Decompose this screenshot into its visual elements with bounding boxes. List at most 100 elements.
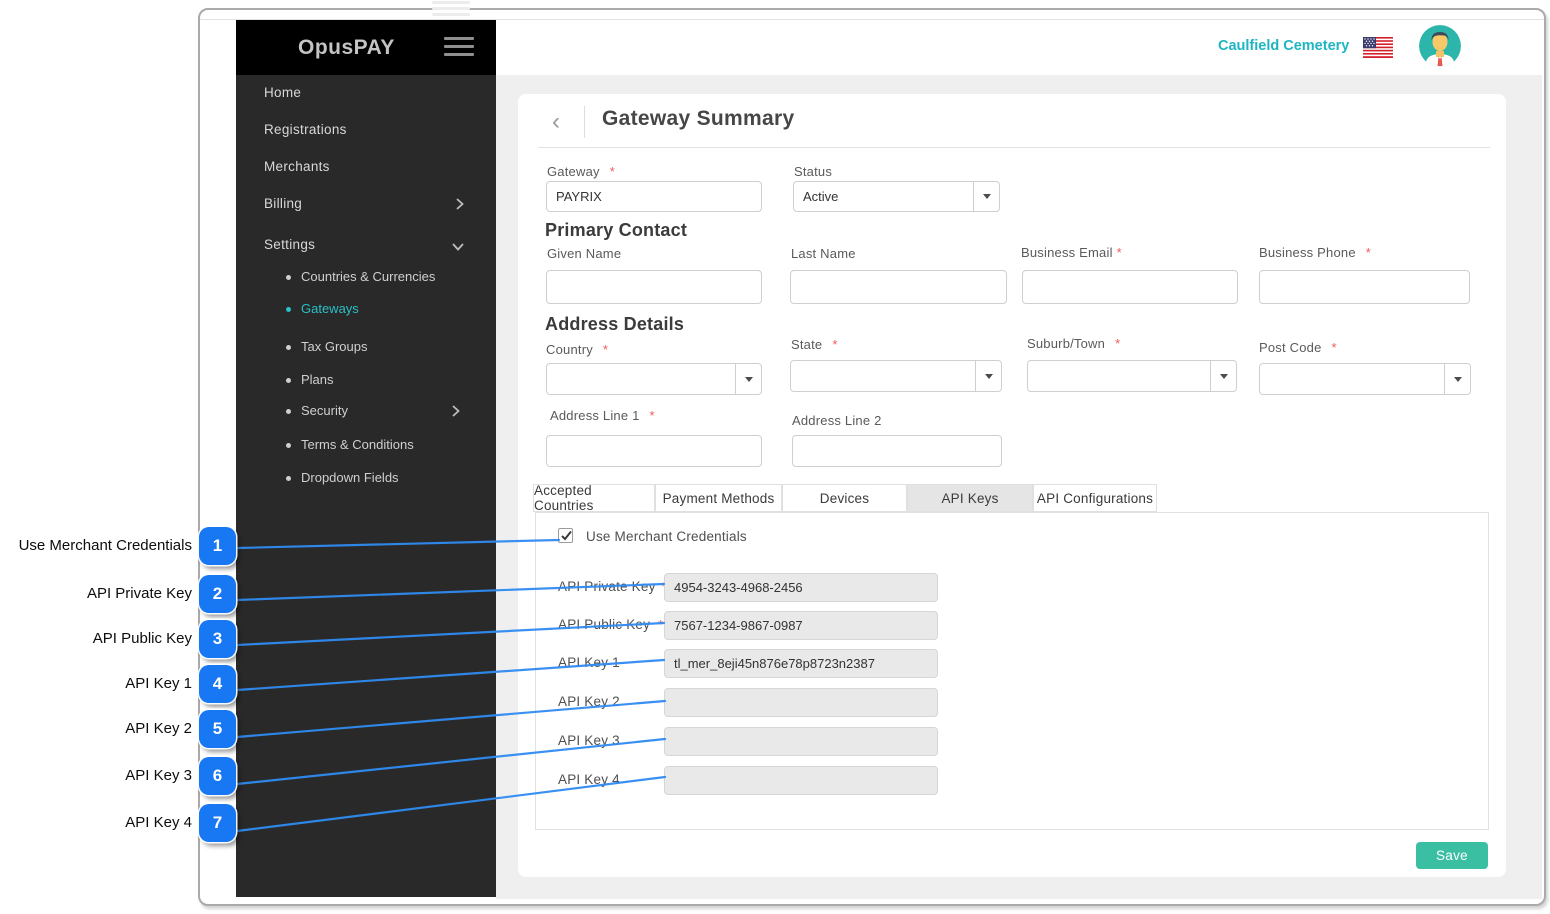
annotation-label-3: API Public Key [93,630,192,647]
sidebar-item-terms-conditions[interactable]: Terms & Conditions [286,437,414,452]
account-link[interactable]: Caulfield Cemetery [1218,38,1349,54]
annotation-badge-6: 6 [199,757,236,795]
address-details-heading: Address Details [545,314,684,335]
suburb-town-label: Suburb/Town* [1027,336,1120,351]
sidebar-item-dropdown-fields[interactable]: Dropdown Fields [286,470,399,485]
sidebar-item-home[interactable]: Home [264,85,301,100]
state-label: State* [791,337,838,352]
address-line-2-input[interactable] [792,435,1002,467]
tab-accepted-countries[interactable]: Accepted Countries [533,484,655,512]
address-line-1-input[interactable] [546,435,762,467]
back-button[interactable]: ‹ [552,108,560,136]
hamburger-icon[interactable] [444,37,474,61]
tab-api-configurations[interactable]: API Configurations [1033,484,1157,512]
user-avatar[interactable] [1419,25,1461,67]
annotation-label-1: Use Merchant Credentials [19,537,192,554]
bullet-icon [286,409,291,414]
sidebar-item-billing[interactable]: Billing [264,196,302,211]
api-key-2-label: API Key 2 [558,694,620,709]
annotation-badge-5: 5 [199,710,236,748]
bullet-icon [286,476,291,481]
status-label: Status [794,164,832,179]
bullet-icon [286,345,291,350]
annotation-label-5: API Key 2 [125,720,192,737]
required-asterisk: * [658,617,663,632]
sidebar-item-gateways[interactable]: Gateways [286,301,359,316]
api-key-1-label: API Key 1 [558,655,620,670]
required-asterisk: * [1366,245,1371,260]
api-public-key-input[interactable] [664,611,938,640]
sidebar-item-tax-groups[interactable]: Tax Groups [286,339,367,354]
business-phone-input[interactable] [1259,270,1470,304]
sidebar-item-merchants[interactable]: Merchants [264,159,330,174]
last-name-label: Last Name [791,246,856,261]
post-code-label: Post Code* [1259,340,1337,355]
sidebar-item-plans[interactable]: Plans [286,372,334,387]
save-button[interactable]: Save [1416,842,1488,869]
given-name-label: Given Name [547,246,621,261]
header-rule [538,147,1490,148]
gateway-input[interactable] [546,181,762,212]
screenshot-root: OpusPAY Caulfield Cemetery [0,0,1550,914]
header-divider [584,106,585,138]
required-asterisk: * [832,337,837,352]
dropdown-arrow-icon[interactable] [735,364,761,394]
api-key-4-label: API Key 4 [558,772,620,787]
business-email-label: Business Email* [1021,245,1122,260]
api-key-1-input[interactable] [664,649,938,678]
dropdown-arrow-icon[interactable] [973,182,999,211]
dropdown-arrow-icon[interactable] [975,361,1001,391]
sidebar-item-security[interactable]: Security [286,403,348,418]
bullet-icon [286,443,291,448]
required-asterisk: * [603,342,608,357]
sidebar: Home Registrations Merchants Billing Set… [236,75,496,897]
post-code-select[interactable] [1259,363,1471,395]
api-key-4-input[interactable] [664,766,938,795]
dropdown-arrow-icon[interactable] [1444,364,1470,394]
country-label: Country* [546,342,608,357]
use-merchant-credentials-label: Use Merchant Credentials [586,529,747,544]
billing-chevron-right-icon[interactable] [456,198,464,210]
use-merchant-credentials-checkbox[interactable] [558,528,573,543]
required-asterisk: * [1332,340,1337,355]
sidebar-item-countries-currencies[interactable]: Countries & Currencies [286,269,435,284]
suburb-town-select[interactable] [1027,360,1237,392]
tab-payment-methods[interactable]: Payment Methods [655,484,782,512]
primary-contact-heading: Primary Contact [545,220,687,241]
sidebar-item-registrations[interactable]: Registrations [264,122,347,137]
annotation-label-6: API Key 3 [125,767,192,784]
dropdown-arrow-icon[interactable] [1210,361,1236,391]
api-private-key-input[interactable] [664,573,938,602]
annotation-badge-1: 1 [199,527,236,565]
ghost-hamburger-icon [432,1,470,19]
gateway-label: Gateway* [547,164,615,179]
gateway-summary-card: ‹ Gateway Summary Gateway* Status Active… [518,94,1506,877]
required-asterisk: * [1115,336,1120,351]
tab-devices[interactable]: Devices [782,484,907,512]
api-key-2-input[interactable] [664,688,938,717]
checkmark-icon [560,529,573,542]
api-keys-panel: Use Merchant Credentials API Private Key… [535,512,1489,830]
required-asterisk: * [650,408,655,423]
settings-chevron-down-icon[interactable] [452,243,464,251]
bullet-icon [286,275,291,280]
bullet-icon [286,307,291,312]
annotation-badge-3: 3 [199,620,236,658]
logo-bar: OpusPAY [236,20,496,75]
business-phone-label: Business Phone* [1259,245,1371,260]
annotation-label-2: API Private Key [87,585,192,602]
annotation-label-4: API Key 1 [125,675,192,692]
given-name-input[interactable] [546,270,762,304]
state-select[interactable] [790,360,1002,392]
status-select[interactable]: Active [793,181,1000,212]
last-name-input[interactable] [790,270,1007,304]
api-private-key-label: API Private Key* [558,579,667,594]
api-key-3-input[interactable] [664,727,938,756]
business-email-input[interactable] [1022,270,1238,304]
app-window: OpusPAY Caulfield Cemetery [198,8,1546,906]
security-chevron-right-icon[interactable] [452,405,460,417]
bullet-icon [286,378,291,383]
tab-api-keys[interactable]: API Keys [907,484,1033,512]
country-select[interactable] [546,363,762,395]
sidebar-item-settings[interactable]: Settings [264,237,315,252]
